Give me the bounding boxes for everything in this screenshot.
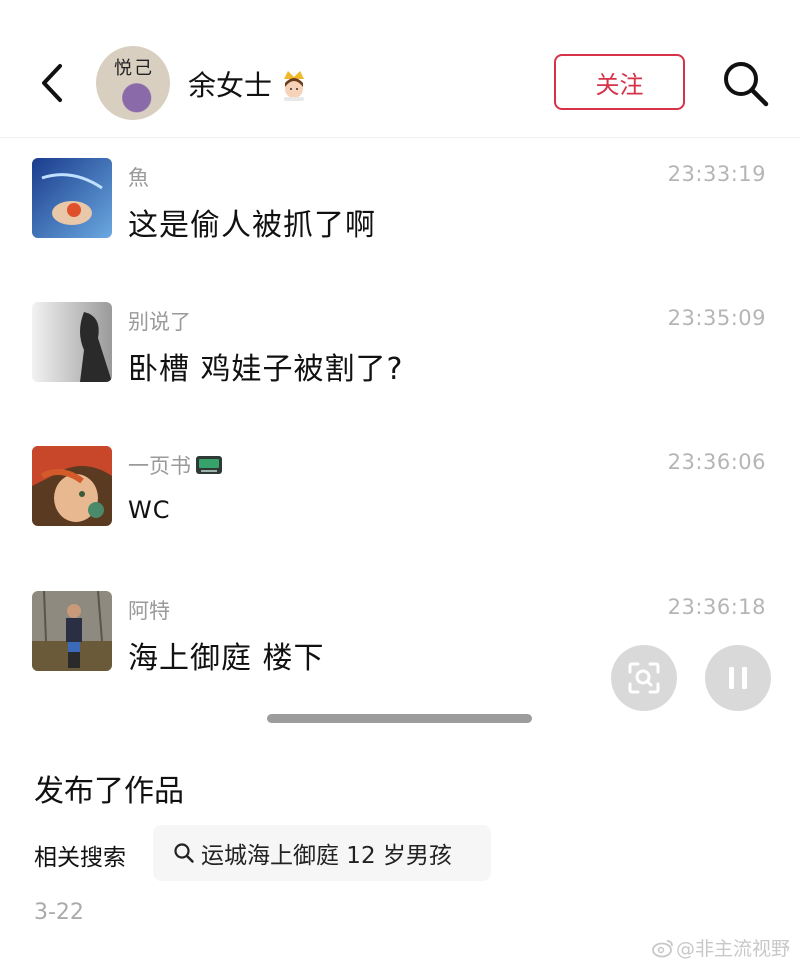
- comment-text: 海上御庭 楼下: [128, 641, 325, 676]
- commenter-name-text: 一页书: [128, 454, 191, 478]
- screenshot-search-button[interactable]: [611, 645, 677, 711]
- comment-time: 23:35:09: [667, 306, 766, 330]
- comment-item[interactable]: 一页书 23:36:06 WC: [0, 446, 800, 556]
- watermark-text: @非主流视野: [676, 938, 791, 960]
- comment-text: WC: [128, 496, 171, 524]
- commenter-name[interactable]: 阿特: [128, 595, 170, 625]
- keyboard-emoji-icon: [196, 456, 222, 474]
- comment-item[interactable]: 魚 23:33:19 这是偷人被抓了啊: [0, 158, 800, 268]
- profile-name: 余女士: [188, 69, 273, 102]
- pause-icon: [729, 667, 747, 689]
- comment-text: 这是偷人被抓了啊: [128, 208, 376, 243]
- related-search-chip[interactable]: 运城海上御庭 12 岁男孩: [153, 825, 491, 881]
- follow-button[interactable]: 关注: [554, 54, 685, 110]
- top-bar: 悦己 余女士 关注: [0, 0, 800, 138]
- crown-emoji-icon: [284, 71, 305, 101]
- search-icon[interactable]: [720, 58, 772, 110]
- watermark: @非主流视野: [652, 934, 790, 961]
- back-icon[interactable]: [34, 58, 74, 108]
- related-search-query: 运城海上御庭 12 岁男孩: [201, 843, 452, 869]
- commenter-name[interactable]: 魚: [128, 162, 149, 192]
- published-label: 发布了作品: [34, 774, 184, 809]
- profile-avatar[interactable]: 悦己: [96, 46, 170, 120]
- pause-button[interactable]: [705, 645, 771, 711]
- comment-item[interactable]: 阿特 23:36:18 海上御庭 楼下: [0, 591, 800, 701]
- commenter-avatar[interactable]: [32, 591, 112, 671]
- comment-time: 23:33:19: [667, 162, 766, 186]
- related-search-label: 相关搜索: [34, 845, 126, 871]
- commenter-name[interactable]: 别说了: [128, 306, 191, 336]
- avatar-calligraphy: 悦己: [114, 58, 154, 79]
- commenter-avatar[interactable]: [32, 302, 112, 382]
- scroll-handle[interactable]: [267, 714, 532, 723]
- comment-item[interactable]: 别说了 23:35:09 卧槽 鸡娃子被割了?: [0, 302, 800, 412]
- commenter-avatar[interactable]: [32, 158, 112, 238]
- weibo-icon: [652, 939, 673, 957]
- commenter-avatar[interactable]: [32, 446, 112, 526]
- comment-text: 卧槽 鸡娃子被割了?: [128, 352, 404, 387]
- search-icon: [174, 843, 194, 863]
- post-date: 3-22: [34, 900, 84, 925]
- profile-title: 余女士: [188, 64, 310, 104]
- screenshot-search-icon: [628, 662, 660, 694]
- comment-time: 23:36:18: [667, 595, 766, 619]
- commenter-name[interactable]: 一页书: [128, 450, 223, 480]
- comment-time: 23:36:06: [667, 450, 766, 474]
